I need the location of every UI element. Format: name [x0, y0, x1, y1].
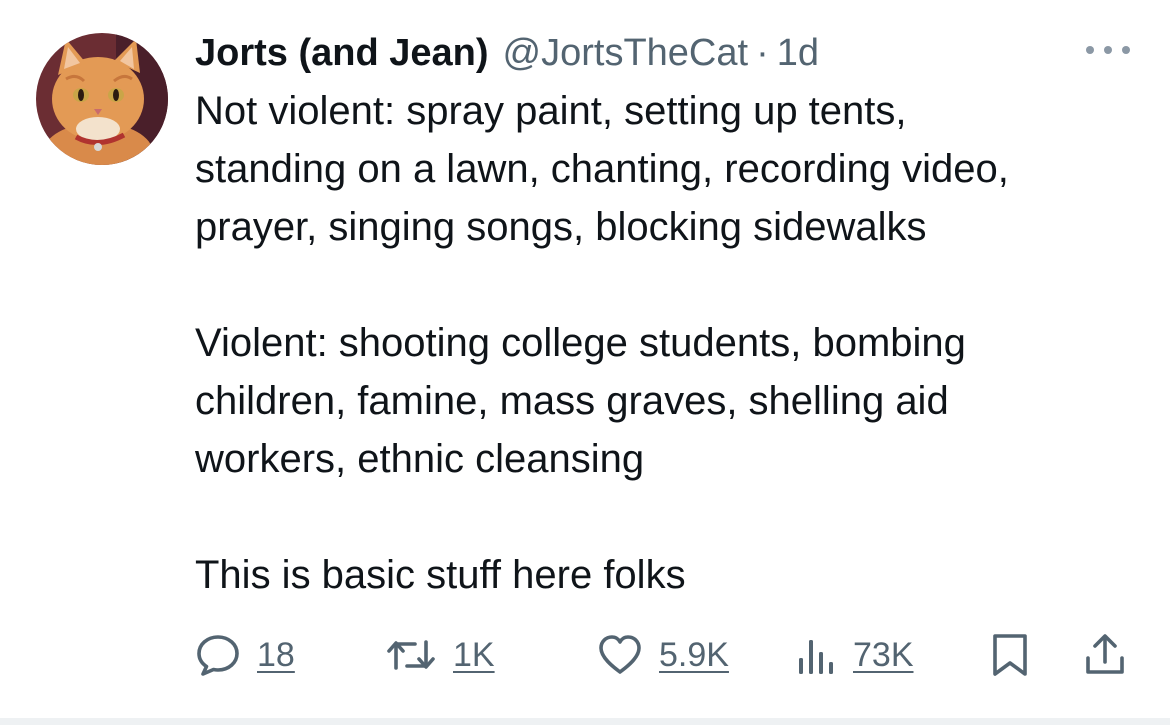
text-line: Not violent: spray paint, setting up ten… [195, 89, 907, 133]
user-handle[interactable]: @JortsTheCat [503, 30, 749, 76]
heart-icon [597, 632, 643, 678]
share-button[interactable] [1083, 628, 1127, 682]
text-line: children, famine, mass graves, shelling … [195, 379, 949, 423]
timestamp[interactable]: 1d [777, 30, 819, 76]
tweet-text: Not violent: spray paint, setting up ten… [195, 82, 1135, 604]
text-line: This is basic stuff here folks [195, 553, 686, 597]
tweet: Jorts (and Jean) @JortsTheCat · 1d Not v… [0, 0, 1170, 720]
repost-button[interactable]: 1K [385, 628, 495, 682]
reply-button[interactable]: 18 [195, 628, 295, 682]
display-name[interactable]: Jorts (and Jean) [195, 30, 489, 76]
repost-icon [385, 632, 437, 678]
text-line: standing on a lawn, chanting, recording … [195, 147, 1009, 191]
bottom-divider [0, 718, 1170, 725]
text-line: Violent: shooting college students, bomb… [195, 321, 966, 365]
views-button[interactable]: 73K [797, 628, 914, 682]
bookmark-button[interactable] [990, 628, 1030, 682]
share-icon [1083, 632, 1127, 678]
reply-count: 18 [257, 635, 295, 674]
analytics-icon [797, 632, 837, 678]
repost-count: 1K [453, 635, 495, 674]
like-count: 5.9K [659, 635, 729, 674]
action-bar: 18 1K 5.9K 73K [195, 628, 1135, 682]
like-button[interactable]: 5.9K [597, 628, 729, 682]
view-count: 73K [853, 635, 914, 674]
separator-dot: · [756, 32, 769, 74]
more-horizontal-icon[interactable] [1086, 40, 1130, 60]
orange-cat-avatar-icon [36, 33, 168, 165]
bookmark-icon [990, 632, 1030, 678]
tweet-header: Jorts (and Jean) @JortsTheCat · 1d [195, 30, 819, 76]
text-line: prayer, singing songs, blocking sidewalk… [195, 205, 927, 249]
text-line: workers, ethnic cleansing [195, 437, 645, 481]
reply-icon [195, 632, 241, 678]
avatar[interactable] [36, 33, 168, 165]
